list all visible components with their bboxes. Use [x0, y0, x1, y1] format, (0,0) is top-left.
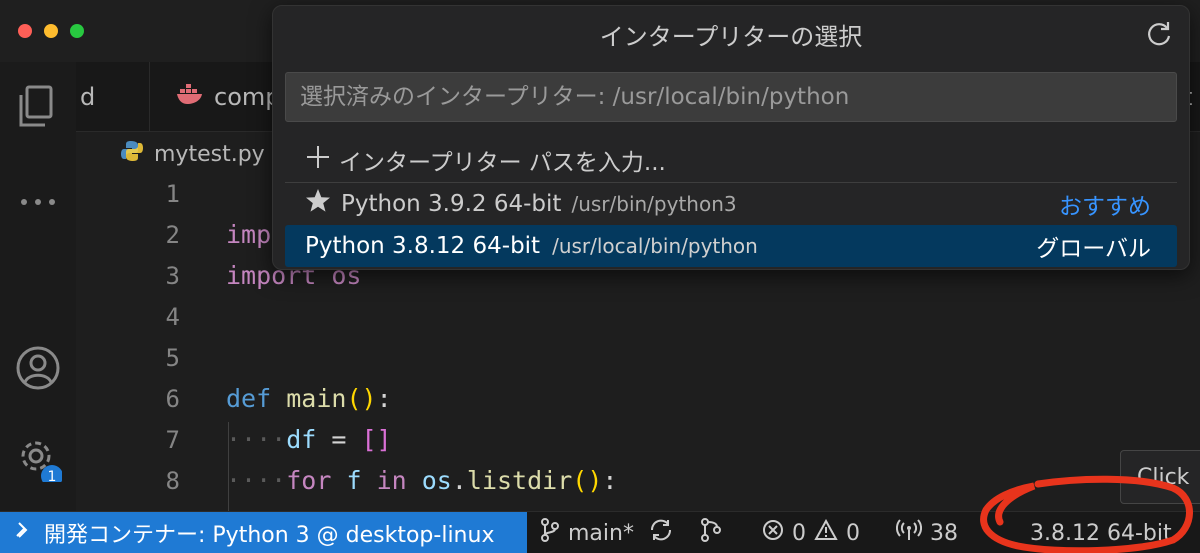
line-number: 3 [165, 262, 180, 290]
interpreter-path: /usr/bin/python3 [571, 192, 737, 216]
ports-indicator[interactable]: 38 [896, 512, 958, 553]
line-number: 4 [165, 303, 180, 331]
recommended-tag: おすすめ [1059, 194, 1151, 220]
problems-indicator[interactable]: 0 0 [762, 512, 860, 553]
module-name: os [421, 466, 452, 495]
code-line-7: ····df = [] [226, 425, 392, 454]
paren-open: ( [572, 466, 588, 495]
remote-icon [14, 520, 34, 546]
indent-dots: ···· [226, 466, 287, 495]
settings-gear-icon[interactable]: 1 [14, 434, 62, 482]
refresh-button[interactable] [1143, 18, 1175, 50]
line-number: 5 [165, 344, 180, 372]
quick-pick-title: インタープリターの選択 [599, 22, 863, 51]
code-line-2: imp [226, 220, 271, 249]
interpreter-item-recommended[interactable]: Python 3.9.2 64-bit /usr/bin/python3 おすす… [285, 184, 1177, 224]
python-file-icon [120, 139, 144, 169]
branch-label: main* [568, 520, 634, 546]
paren-close: ) [361, 384, 377, 413]
interpreter-filter-input[interactable] [285, 72, 1177, 122]
minimize-window-button[interactable] [44, 24, 58, 38]
line-number: 1 [165, 180, 180, 208]
line-number: 8 [165, 467, 180, 495]
plus-icon [305, 144, 331, 176]
enter-interpreter-path-item[interactable]: インタープリター パスを入力... [285, 140, 1177, 180]
paren-close: ) [587, 466, 603, 495]
keyword-in: in [376, 466, 407, 495]
paren-open: ( [346, 384, 362, 413]
breadcrumb: mytest.py [120, 136, 265, 172]
annotation-circle [980, 475, 1193, 553]
tab-label: comp [214, 83, 281, 111]
breadcrumb-file[interactable]: mytest.py [154, 142, 265, 167]
line-number: 2 [165, 221, 180, 249]
error-icon [762, 519, 784, 547]
function-name: main [286, 384, 347, 413]
explorer-icon[interactable] [14, 82, 62, 130]
refresh-icon [1148, 22, 1171, 46]
code-line-8: ····for f in os.listdir(): [226, 466, 617, 495]
keyword-import: imp [226, 220, 272, 249]
interpreter-name: Python 3.9.2 64-bit [341, 191, 562, 217]
close-window-button[interactable] [18, 24, 32, 38]
warning-count: 0 [846, 520, 860, 546]
more-icon[interactable] [14, 178, 62, 226]
line-number: 7 [165, 426, 180, 454]
warning-icon [814, 518, 838, 547]
error-count: 0 [792, 520, 806, 546]
keyword-def: def [226, 384, 272, 413]
remote-label: 開発コンテナー: Python 3 @ desktop-linux [44, 523, 495, 548]
sync-icon [648, 518, 674, 548]
dot: . [451, 466, 467, 495]
code-line-6: def main(): [226, 384, 392, 413]
variable: df [286, 425, 317, 454]
tab-partial-left[interactable]: d [76, 62, 150, 132]
svg-text:1: 1 [48, 469, 57, 482]
separator [285, 182, 1177, 183]
enter-path-label: インタープリター パスを入力... [339, 150, 666, 176]
global-tag: グローバル [1036, 236, 1151, 262]
sync-button[interactable] [648, 512, 674, 553]
interpreter-item-selected[interactable]: Python 3.8.12 64-bit /usr/local/bin/pyth… [285, 225, 1177, 267]
zoom-window-button[interactable] [70, 24, 84, 38]
interpreter-path: /usr/local/bin/python [552, 234, 758, 258]
tab-label: d [80, 83, 96, 111]
broadcast-icon [896, 518, 922, 548]
branch-indicator[interactable]: main* [540, 512, 634, 553]
star-icon [305, 188, 331, 220]
interpreter-quick-pick: インタープリターの選択 インタープリター パスを入力... Python 3.9… [272, 5, 1190, 270]
bracket: [] [361, 425, 392, 454]
colon: : [602, 466, 618, 495]
line-number: 6 [165, 385, 180, 413]
colon: : [376, 384, 392, 413]
function-call: listdir [466, 466, 573, 495]
account-icon[interactable] [14, 344, 62, 392]
indent-guide [228, 422, 229, 512]
operator: = [316, 425, 362, 454]
activity-bar: 1 [0, 62, 76, 511]
keyword-for: for [286, 466, 332, 495]
variable: f [346, 466, 362, 495]
git-graph-button[interactable] [700, 512, 722, 553]
docker-icon [176, 83, 206, 111]
remote-indicator[interactable]: 開発コンテナー: Python 3 @ desktop-linux [0, 512, 527, 553]
ports-count: 38 [930, 520, 958, 546]
git-compare-icon [700, 518, 722, 548]
interpreter-name: Python 3.8.12 64-bit [305, 233, 541, 259]
indent-dots: ···· [226, 425, 287, 454]
git-branch-icon [540, 518, 560, 548]
